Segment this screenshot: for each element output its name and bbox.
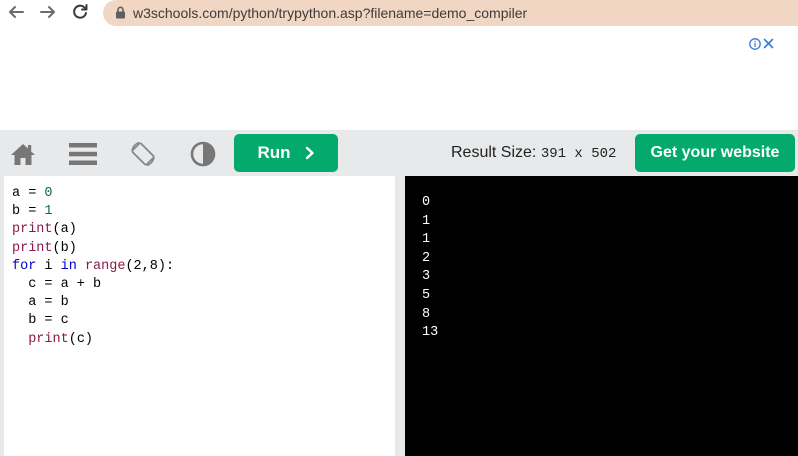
- code-token: print: [12, 240, 53, 256]
- url-bar[interactable]: w3schools.com/python/trypython.asp?filen…: [103, 0, 798, 26]
- output-line: 13: [422, 325, 439, 341]
- reload-button[interactable]: [70, 2, 90, 22]
- code-token: (2,8):: [125, 258, 175, 274]
- code-token: (c): [68, 331, 94, 347]
- output-line: 0: [422, 195, 431, 210]
- code-token: range: [84, 258, 126, 274]
- url-text: w3schools.com/python/trypython.asp?filen…: [133, 5, 528, 21]
- output-text: 0 1 1 2 3 5 8 13: [422, 194, 438, 343]
- result-size-value: 391 x 502: [540, 146, 617, 162]
- code-line[interactable]: print(a): [12, 221, 174, 239]
- menu-button[interactable]: [68, 139, 98, 169]
- forward-button[interactable]: [38, 2, 58, 22]
- output-line: 3: [422, 269, 431, 285]
- code-editor[interactable]: a = 0b = 1 print(a) print(b) for i in range…: [4, 176, 395, 456]
- code-token: i: [36, 258, 61, 274]
- home-button[interactable]: [8, 139, 38, 169]
- lock-icon: [116, 6, 125, 19]
- reload-icon: [73, 4, 88, 19]
- output-line: 8: [422, 306, 431, 322]
- contrast-icon: [190, 141, 216, 167]
- output-line: 1: [422, 213, 431, 229]
- code-token: a =: [12, 186, 45, 201]
- code-token: (a): [52, 222, 77, 238]
- browser-address-bar: w3schools.com/python/trypython.asp?filen…: [0, 0, 798, 26]
- code-token: b =: [12, 204, 45, 220]
- home-icon: [11, 144, 35, 165]
- code-token: b = c: [12, 313, 69, 329]
- dark-mode-button[interactable]: [188, 139, 218, 169]
- arrow-left-icon: [9, 6, 24, 18]
- menu-icon: [69, 143, 97, 165]
- code-line[interactable]: b = c: [12, 312, 174, 330]
- result-size-label: Result Size:: [451, 144, 537, 161]
- code-line[interactable]: for i in range(2,8):: [12, 258, 174, 276]
- change-orientation-button[interactable]: [128, 139, 158, 169]
- code-token: in: [60, 258, 77, 274]
- pane-divider[interactable]: [395, 176, 405, 456]
- close-icon[interactable]: [763, 38, 774, 49]
- run-button-label: Run: [257, 143, 291, 162]
- code-token: 1: [44, 204, 53, 220]
- code-token: print: [28, 331, 69, 347]
- code-token: print: [12, 222, 53, 238]
- code-token: 0: [44, 186, 53, 201]
- code-line[interactable]: b = 1: [12, 203, 174, 221]
- code-token: (b): [52, 240, 77, 256]
- code-token: for: [12, 258, 37, 274]
- code-token: a = b: [12, 295, 69, 311]
- code-line[interactable]: a = b: [12, 294, 174, 312]
- get-your-website-button[interactable]: Get your website: [635, 134, 795, 172]
- code-line[interactable]: a = 0: [12, 185, 174, 203]
- editor-toolbar: Run Result Size: 391 x 502 Get your webs…: [0, 130, 798, 176]
- code-line[interactable]: print(c): [12, 331, 174, 349]
- code-text[interactable]: a = 0b = 1 print(a) print(b) for i in range…: [12, 185, 174, 349]
- output-line: 5: [422, 287, 431, 303]
- output-line: 2: [422, 250, 431, 266]
- arrow-right-icon: [40, 6, 55, 18]
- code-line[interactable]: print(b): [12, 240, 174, 258]
- chevron-right-icon: [305, 146, 314, 160]
- code-token: c = a + b: [12, 277, 102, 293]
- info-icon[interactable]: [749, 38, 761, 50]
- output-line: 1: [422, 232, 431, 248]
- code-line[interactable]: c = a + b: [12, 276, 174, 294]
- result-pane: 0 1 1 2 3 5 8 13: [405, 176, 798, 456]
- ad-banner: [0, 26, 798, 130]
- run-button[interactable]: Run: [234, 134, 338, 172]
- rotate-orientation-icon: [131, 141, 155, 167]
- result-size-display: Result Size: 391 x 502: [451, 144, 616, 162]
- back-button[interactable]: [6, 2, 26, 22]
